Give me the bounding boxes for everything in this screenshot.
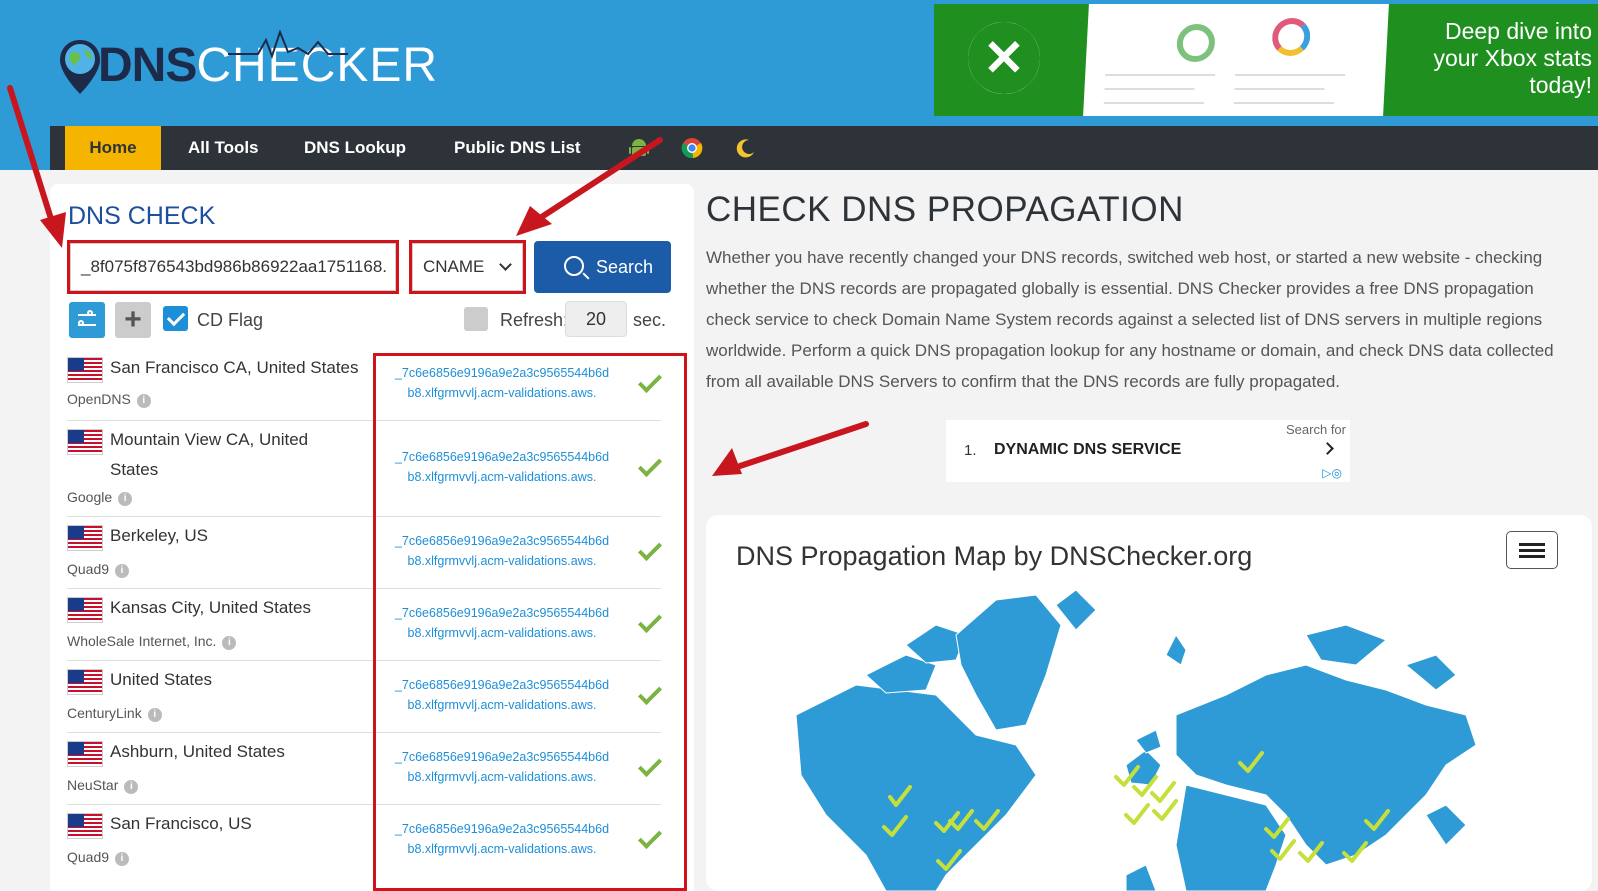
us-flag-icon — [67, 597, 103, 623]
result-isp: OpenDNS i — [67, 391, 151, 408]
chevron-right-icon — [1321, 442, 1334, 455]
info-icon[interactable]: i — [136, 394, 151, 408]
result-isp: Quad9 i — [67, 561, 130, 578]
main-navbar: Home All Tools DNS Lookup Public DNS Lis… — [50, 126, 1598, 170]
search-icon — [564, 256, 584, 276]
propagation-map-card: DNS Propagation Map by DNSChecker.org — [706, 515, 1592, 891]
cd-flag-checkbox[interactable] — [163, 306, 188, 331]
result-location: Mountain View CA, United States — [110, 430, 309, 479]
search-ad[interactable]: Search for 1. DYNAMIC DNS SERVICE ▷◎ — [946, 420, 1350, 482]
ad-search-number: 1. — [964, 442, 977, 459]
dns-check-panel: DNS CHECK _8f075f876543bd986b86922aa1751… — [50, 184, 694, 891]
info-icon[interactable]: i — [147, 708, 162, 722]
result-location: San Francisco CA, United States — [110, 358, 359, 377]
settings-sliders-button[interactable] — [69, 302, 105, 338]
android-icon[interactable] — [628, 137, 650, 159]
result-location: Ashburn, United States — [110, 742, 285, 761]
result-location: Berkeley, US — [110, 526, 208, 545]
record-type-highlight-box — [409, 240, 526, 294]
site-header: DNSCHECKER Deep dive into your Xbox stat… — [0, 0, 1598, 170]
result-location: Kansas City, United States — [110, 598, 311, 617]
us-flag-icon — [67, 741, 103, 767]
result-isp: Google i — [67, 489, 133, 506]
result-isp: NeuStar i — [67, 777, 139, 794]
result-isp: Quad9 i — [67, 849, 130, 866]
us-flag-icon — [67, 813, 103, 839]
nav-home[interactable]: Home — [65, 126, 161, 170]
globe-pin-icon — [60, 40, 100, 94]
domain-highlight-box — [67, 240, 399, 294]
info-icon[interactable]: i — [118, 492, 133, 506]
ad-headline: Deep dive into your Xbox stats today! — [1433, 18, 1592, 98]
result-location: United States — [110, 670, 213, 689]
us-flag-icon — [67, 669, 103, 695]
ad-search-link[interactable]: DYNAMIC DNS SERVICE — [994, 441, 1181, 459]
refresh-checkbox[interactable] — [464, 307, 488, 331]
info-icon[interactable]: i — [124, 780, 139, 794]
result-isp: CenturyLink i — [67, 705, 162, 722]
dns-check-title: DNS CHECK — [68, 202, 216, 230]
adchoices-icon[interactable]: ▷◎ — [1322, 466, 1342, 480]
us-flag-icon — [67, 429, 103, 455]
us-flag-icon — [67, 357, 103, 383]
ad-screenshot — [1083, 4, 1389, 116]
world-map — [795, 589, 1477, 891]
add-server-button[interactable]: + — [115, 302, 151, 338]
dnschecker-logo[interactable]: DNSCHECKER — [58, 30, 437, 100]
result-isp: WholeSale Internet, Inc. i — [67, 633, 237, 650]
result-location: San Francisco, US — [110, 814, 252, 833]
pulse-line-icon — [228, 30, 348, 59]
chrome-icon[interactable] — [681, 137, 703, 159]
nav-all-tools[interactable]: All Tools — [188, 126, 259, 170]
xbox-ad-banner[interactable]: Deep dive into your Xbox stats today! — [934, 4, 1598, 116]
refresh-unit: sec. — [633, 310, 667, 330]
search-button[interactable]: Search — [534, 241, 671, 293]
cd-flag-label: CD Flag — [197, 310, 264, 330]
info-icon[interactable]: i — [115, 852, 130, 866]
xbox-logo-icon — [962, 16, 1046, 100]
results-highlight-box — [373, 353, 687, 891]
us-flag-icon — [67, 525, 103, 551]
search-button-label: Search — [596, 257, 654, 277]
page-description: Whether you have recently changed your D… — [706, 248, 1554, 391]
info-icon[interactable]: i — [115, 564, 130, 578]
ad-search-label: Search for — [1286, 422, 1346, 437]
refresh-label: Refresh: — [500, 310, 569, 330]
info-icon[interactable]: i — [222, 636, 237, 650]
nav-dns-lookup[interactable]: DNS Lookup — [304, 126, 406, 170]
moon-icon[interactable] — [734, 137, 756, 159]
refresh-interval-input[interactable]: 20 — [565, 301, 627, 337]
page-title: CHECK DNS PROPAGATION — [706, 190, 1184, 229]
nav-public-dns-list[interactable]: Public DNS List — [454, 126, 581, 170]
